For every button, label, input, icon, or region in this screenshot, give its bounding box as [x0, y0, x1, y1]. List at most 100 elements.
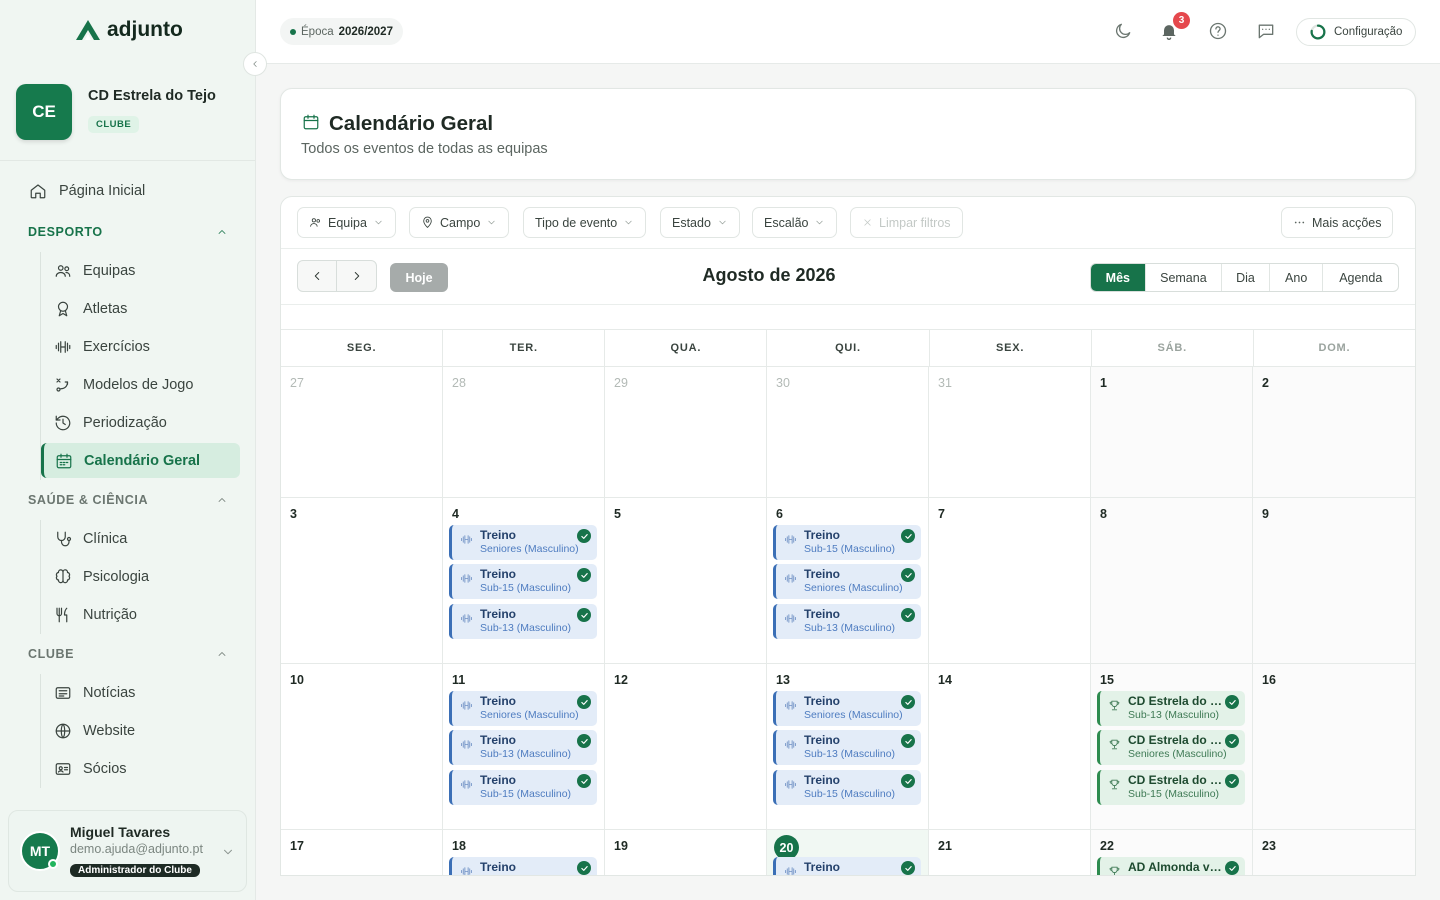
more-actions-button[interactable]: Mais acções [1281, 207, 1394, 238]
training-event[interactable]: Treino Sub-13 (Masculino) [449, 604, 597, 639]
training-event[interactable]: Treino Sub-13 (Masculino) [449, 730, 597, 765]
day-cell[interactable]: 27 [281, 367, 443, 497]
training-event[interactable]: Treino Seniores (Masculino) [449, 691, 597, 726]
day-cell[interactable]: 10 [281, 664, 443, 829]
day-cell[interactable]: 11 Treino Seniores (Masculino) Treino Sub-13… [443, 664, 605, 829]
brand-logo[interactable]: adjunto [75, 18, 183, 42]
day-cell[interactable]: 15 CD Estrela do T... Sub-13 (Masculino) CD… [1091, 664, 1253, 829]
event-title: Treino [804, 567, 841, 581]
training-event[interactable]: Treino [449, 857, 597, 875]
nav-item-label: Clínica [83, 530, 128, 547]
nav-item-periodizacao[interactable]: Periodização [41, 405, 240, 440]
match-event[interactable]: CD Estrela do T... Sub-15 (Masculino) [1097, 770, 1245, 805]
chevron-down-icon [625, 220, 632, 225]
view-day-button[interactable]: Dia [1222, 264, 1270, 291]
day-cell[interactable]: 13 Treino Seniores (Masculino) Treino Sub-13… [767, 664, 929, 829]
nav-item-modelos-de-jogo[interactable]: Modelos de Jogo [41, 367, 240, 402]
filter-status-button[interactable]: Estado [660, 207, 740, 238]
help-icon[interactable] [1208, 21, 1228, 41]
nav-item-psicologia[interactable]: Psicologia [41, 559, 240, 594]
filter-event-type-button[interactable]: Tipo de evento [523, 207, 647, 238]
training-event[interactable]: Treino Sub-15 (Masculino) [449, 770, 597, 805]
nav-item-nutricao[interactable]: Nutrição [41, 597, 240, 632]
training-event[interactable]: Treino Sub-13 (Masculino) [773, 604, 921, 639]
clear-filters-button[interactable]: Limpar filtros [850, 207, 963, 238]
section-title: DESPORTO [28, 225, 103, 239]
map-pin-icon [423, 216, 432, 228]
day-cell[interactable]: 31 [929, 367, 1091, 497]
filter-age-group-button[interactable]: Escalão [752, 207, 838, 238]
training-event[interactable]: Treino Sub-15 (Masculino) [773, 525, 921, 560]
day-cell-today[interactable]: 20 Treino [767, 830, 929, 875]
day-cell[interactable]: 9 [1253, 498, 1415, 663]
nav-item-exercicios[interactable]: Exercícios [41, 329, 240, 364]
collapse-sidebar-button[interactable] [243, 52, 267, 76]
club-header: CE CD Estrela do Tejo CLUBE [0, 62, 255, 161]
filter-label: Equipa [328, 215, 367, 230]
day-cell[interactable]: 19 [605, 830, 767, 875]
day-cell[interactable]: 8 [1091, 498, 1253, 663]
training-event[interactable]: Treino Seniores (Masculino) [773, 691, 921, 726]
dumbbell-icon [461, 701, 472, 710]
nav-item-website[interactable]: Website [41, 713, 240, 748]
day-number: 9 [1262, 507, 1269, 521]
day-cell[interactable]: 5 [605, 498, 767, 663]
nav-item-socios[interactable]: Sócios [41, 751, 240, 786]
day-cell[interactable]: 21 [929, 830, 1091, 875]
dumbbell-icon [461, 740, 472, 749]
training-event[interactable]: Treino Sub-15 (Masculino) [449, 564, 597, 599]
day-cell[interactable]: 30 [767, 367, 929, 497]
training-event[interactable]: Treino Seniores (Masculino) [773, 564, 921, 599]
day-cell[interactable]: 22 AD Almonda vs C... [1091, 830, 1253, 875]
logo-icon [76, 20, 100, 40]
day-cell[interactable]: 1 [1091, 367, 1253, 497]
dumbbell-icon [785, 740, 796, 749]
event-title: Treino [480, 733, 517, 747]
day-cell[interactable]: 12 [605, 664, 767, 829]
day-cell[interactable]: 2 [1253, 367, 1415, 497]
nav-item-equipas[interactable]: Equipas [41, 253, 240, 288]
day-cell[interactable]: 3 [281, 498, 443, 663]
training-event[interactable]: Treino Seniores (Masculino) [449, 525, 597, 560]
match-event[interactable]: CD Estrela do T... Seniores (Masculino) [1097, 730, 1245, 765]
day-cell[interactable]: 29 [605, 367, 767, 497]
training-event[interactable]: Treino Sub-13 (Masculino) [773, 730, 921, 765]
day-cell[interactable]: 16 [1253, 664, 1415, 829]
training-event[interactable]: Treino [773, 857, 921, 875]
day-cell[interactable]: 28 [443, 367, 605, 497]
view-month-button[interactable]: Mês [1091, 264, 1146, 291]
view-week-button[interactable]: Semana [1146, 264, 1223, 291]
day-cell[interactable]: 17 [281, 830, 443, 875]
section-saude-ciencia[interactable]: SAÚDE & CIÊNCIA [28, 493, 228, 507]
dumbbell-icon [785, 535, 796, 544]
day-cell[interactable]: 14 [929, 664, 1091, 829]
nav-item-noticias[interactable]: Notícias [41, 675, 240, 710]
chevron-up-icon [218, 230, 226, 234]
nav-home[interactable]: Página Inicial [16, 176, 240, 206]
configuration-button[interactable]: Configuração [1296, 18, 1416, 46]
section-desporto[interactable]: DESPORTO [28, 225, 228, 239]
section-clube[interactable]: CLUBE [28, 647, 228, 661]
match-event[interactable]: CD Estrela do T... Sub-13 (Masculino) [1097, 691, 1245, 726]
filter-team-button[interactable]: Equipa [297, 207, 396, 238]
match-event[interactable]: AD Almonda vs C... [1097, 857, 1245, 875]
moon-icon[interactable] [1113, 21, 1133, 41]
day-cell[interactable]: 6 Treino Sub-15 (Masculino) Treino Seniores … [767, 498, 929, 663]
confirmed-check-icon [577, 529, 591, 543]
filter-field-button[interactable]: Campo [409, 207, 510, 238]
nav-item-calendario-geral[interactable]: Calendário Geral [41, 443, 240, 478]
user-card[interactable]: MT Miguel Tavares demo.ajuda@adjunto.pt … [8, 810, 247, 892]
day-cell[interactable]: 4 Treino Seniores (Masculino) Treino Sub-15 … [443, 498, 605, 663]
season-selector[interactable]: Época 2026/2027 [280, 18, 403, 45]
view-year-button[interactable]: Ano [1270, 264, 1324, 291]
training-event[interactable]: Treino Sub-15 (Masculino) [773, 770, 921, 805]
nav-item-atletas[interactable]: Atletas [41, 291, 240, 326]
day-cell[interactable]: 23 [1253, 830, 1415, 875]
confirmed-check-icon [577, 861, 591, 875]
message-icon[interactable] [1256, 21, 1276, 41]
view-agenda-button[interactable]: Agenda [1323, 264, 1398, 291]
day-cell[interactable]: 18 Treino [443, 830, 605, 875]
sidebar: adjunto CE CD Estrela do Tejo CLUBE Pági… [0, 0, 256, 900]
nav-item-clinica[interactable]: Clínica [41, 521, 240, 556]
day-cell[interactable]: 7 [929, 498, 1091, 663]
